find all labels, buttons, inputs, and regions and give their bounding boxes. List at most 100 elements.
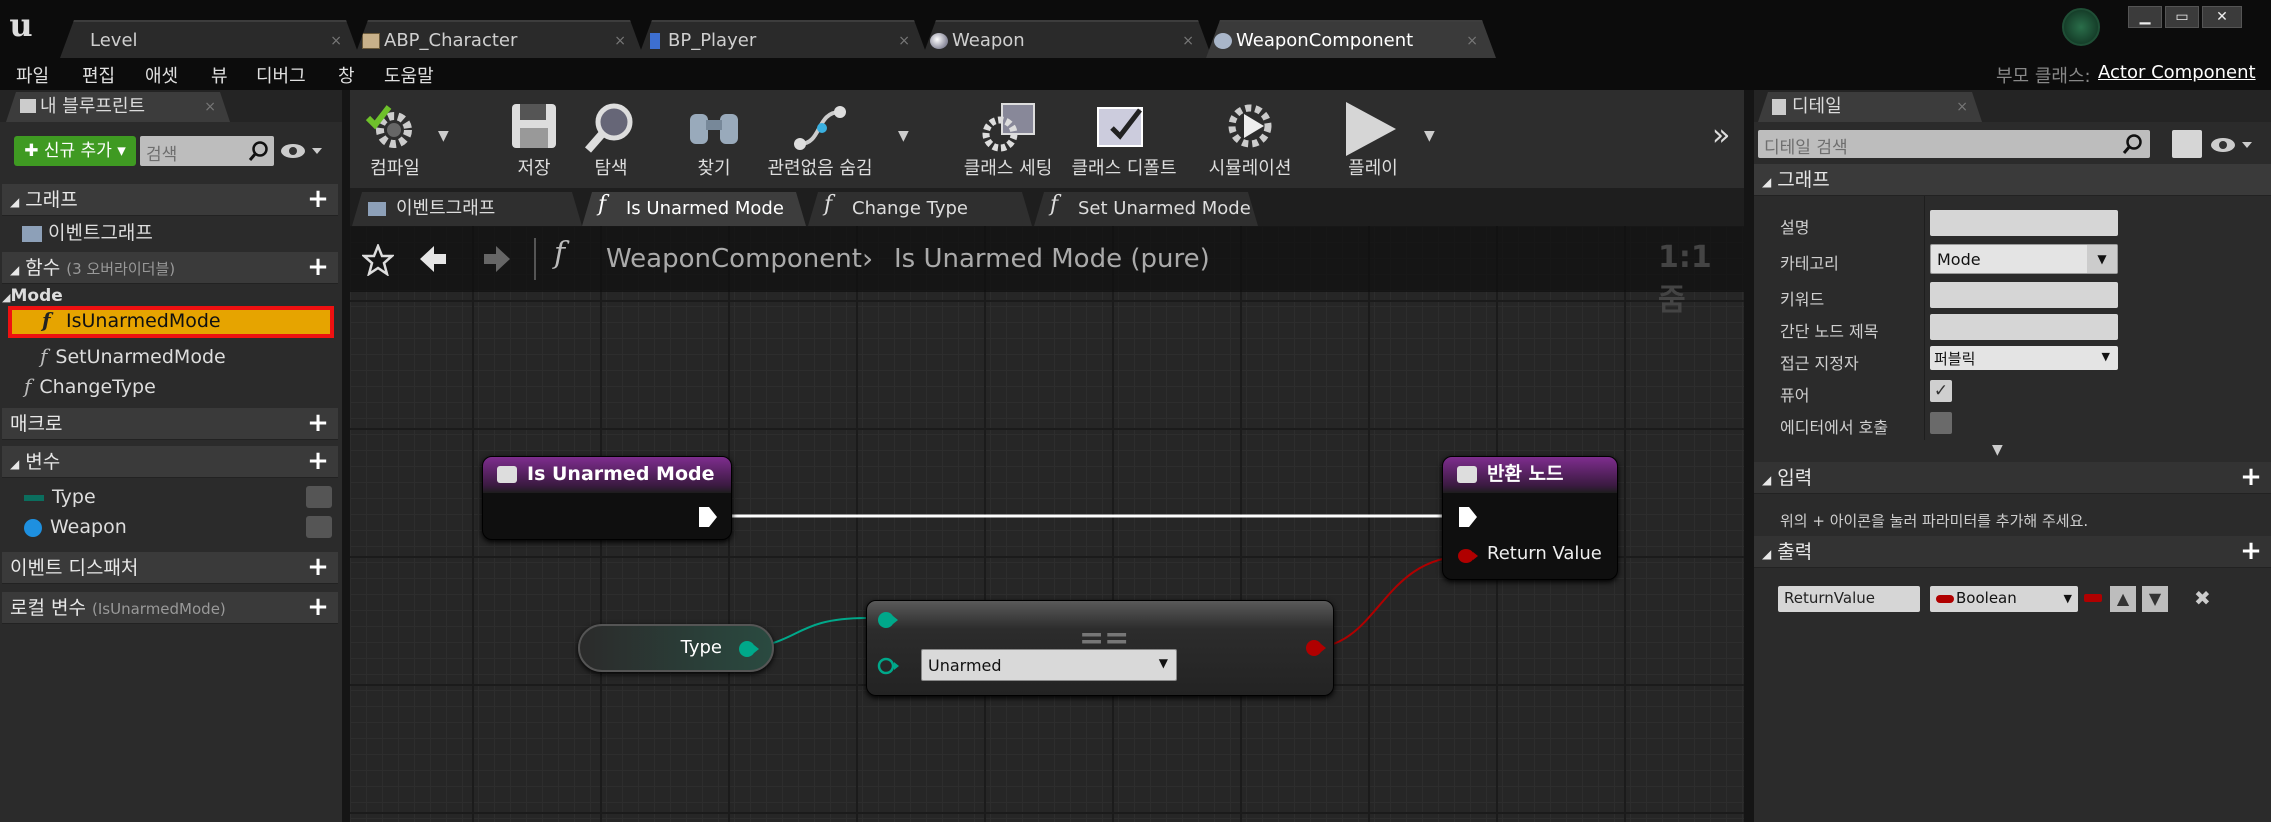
add-output-button[interactable]: + [2239,538,2263,564]
add-new-button[interactable]: ✚ 신규 추가 ▾ [14,136,136,166]
menu-edit[interactable]: 편집 [82,62,115,88]
graphs-section-header[interactable]: ◢ 그래프 + [2,184,338,216]
graph-tab-event-graph[interactable]: 이벤트그래프 [352,192,582,226]
inputs-section-header[interactable]: ◢ 입력 + [1754,462,2271,494]
panel-splitter[interactable] [1744,90,1754,822]
close-icon[interactable]: × [1182,22,1194,60]
add-macro-button[interactable]: + [306,410,330,436]
add-graph-button[interactable]: + [306,186,330,212]
menu-help[interactable]: 도움말 [384,62,434,88]
menu-window[interactable]: 창 [338,62,355,88]
enum-value-dropdown[interactable]: Unarmed ▼ [921,649,1177,681]
equal-enum-node[interactable]: == Unarmed ▼ [866,600,1334,696]
hide-unrelated-dropdown[interactable]: ▼ [898,128,909,144]
add-function-button[interactable]: + [306,254,330,280]
expand-advanced-chevron-icon[interactable]: ▼ [1992,442,2003,458]
event-graph-item[interactable]: 이벤트그래프 [22,218,153,248]
compile-button[interactable]: 컴파일 [354,94,436,184]
class-defaults-button[interactable]: 클래스 디폴트 [1068,94,1180,184]
access-specifier-dropdown[interactable]: 퍼블릭 ▼ [1930,346,2118,370]
exec-input-pin[interactable] [1457,505,1479,529]
chevron-down-icon[interactable]: ▼ [2087,245,2117,273]
keywords-input[interactable] [1930,282,2118,308]
add-local-variable-button[interactable]: + [306,594,330,620]
close-icon[interactable]: × [898,22,910,60]
enum-input-pin-a[interactable] [877,611,899,629]
category-mode-header[interactable]: ◢Mode [2,286,63,306]
tab-weapon[interactable]: Weapon × [922,20,1212,58]
close-icon[interactable]: × [330,22,342,60]
tab-level[interactable]: Level × [60,20,360,58]
move-up-button[interactable]: ▲ [2110,586,2136,612]
event-dispatchers-section-header[interactable]: 이벤트 디스패처 + [2,552,338,584]
toolbar-overflow-chevron-icon[interactable]: » [1712,118,1730,153]
bool-output-pin[interactable] [1305,639,1327,657]
function-item-isunarmedmode[interactable]: f IsUnarmedMode [8,306,334,338]
outputs-section-header[interactable]: ◢ 출력 + [1754,536,2271,568]
function-item-changetype[interactable]: f ChangeType [24,372,156,402]
my-blueprint-tab[interactable]: 내 블루프린트 × [6,92,230,122]
save-button[interactable]: 저장 [498,94,570,184]
menu-debug[interactable]: 디버그 [256,62,306,88]
return-value-pin[interactable] [1457,547,1479,565]
graph-tab-change-type[interactable]: f Change Type [808,192,1032,226]
tab-abp-character[interactable]: ABP_Character × [354,20,644,58]
entry-node-is-unarmed-mode[interactable]: Is Unarmed Mode [482,456,732,540]
play-options-dropdown[interactable]: ▼ [1424,128,1435,144]
macros-section-header[interactable]: 매크로 + [2,408,338,440]
close-icon[interactable]: × [614,22,626,60]
details-graph-section-header[interactable]: ◢ 그래프 [1754,164,2271,196]
parent-class-link[interactable]: Actor Component [2098,62,2256,83]
variable-item-type[interactable]: Type [24,482,96,512]
details-search-input[interactable]: 디테일 검색 [1758,130,2150,158]
exec-output-pin[interactable] [697,505,719,529]
add-variable-button[interactable]: + [306,448,330,474]
menu-view[interactable]: 뷰 [211,62,228,88]
output-type-dropdown[interactable]: Boolean ▼ [1930,586,2078,612]
visibility-toggle-icon[interactable] [306,486,332,508]
remove-output-button[interactable]: ✖ [2194,586,2211,610]
close-window-button[interactable]: ✕ [2202,6,2242,28]
close-icon[interactable]: × [204,92,216,122]
close-icon[interactable]: × [1956,92,1968,122]
minimize-button[interactable]: ▁ [2128,6,2162,28]
enum-output-pin[interactable] [738,640,760,658]
unreal-logo-icon[interactable]: u [2,6,40,44]
graph-tab-is-unarmed-mode[interactable]: f Is Unarmed Mode [582,192,806,226]
browse-button[interactable]: 탐색 [574,94,648,184]
graph-tab-set-unarmed-mode[interactable]: f Set Unarmed Mode [1034,192,1258,226]
add-dispatcher-button[interactable]: + [306,554,330,580]
graph-canvas[interactable]: f WeaponComponent › Is Unarmed Mode (pur… [350,226,1744,822]
category-combo[interactable]: Mode ▼ [1930,244,2118,274]
menu-asset[interactable]: 애셋 [145,62,178,88]
class-settings-button[interactable]: 클래스 세팅 [958,94,1058,184]
enum-input-pin-b[interactable] [877,657,899,675]
tab-weaponcomponent[interactable]: WeaponComponent × [1206,20,1496,58]
local-variables-section-header[interactable]: 로컬 변수 (IsUnarmedMode) + [2,592,338,624]
tab-bp-player[interactable]: BP_Player × [638,20,928,58]
call-in-editor-checkbox[interactable] [1930,412,1952,434]
property-matrix-grid-icon[interactable] [2172,130,2202,158]
pure-checkbox[interactable]: ✓ [1930,380,1952,402]
compact-node-title-input[interactable] [1930,314,2118,340]
details-tab[interactable]: 디테일 × [1758,92,1982,122]
play-button[interactable]: 플레이 [1318,94,1428,184]
function-item-setunarmedmode[interactable]: f SetUnarmedMode [40,342,226,372]
view-options-eye-icon[interactable] [280,140,324,162]
close-icon[interactable]: × [1466,22,1478,60]
search-input[interactable]: 검색 [140,136,274,166]
variables-section-header[interactable]: ◢ 변수 + [2,446,338,478]
add-input-button[interactable]: + [2239,464,2263,490]
menu-file[interactable]: 파일 [16,62,49,88]
visibility-toggle-icon[interactable] [306,516,332,538]
container-type-icon[interactable] [2084,594,2102,602]
variable-item-weapon[interactable]: Weapon [24,512,127,542]
hide-unrelated-button[interactable]: 관련없음 숨김 [764,94,876,184]
return-node[interactable]: 반환 노드 Return Value [1442,456,1618,580]
view-options-eye-icon[interactable] [2210,134,2256,156]
functions-section-header[interactable]: ◢ 함수 (3 오버라이더블) + [2,252,338,284]
find-button[interactable]: 찾기 [676,94,752,184]
description-input[interactable] [1930,210,2118,236]
maximize-button[interactable]: ▭ [2165,6,2199,28]
get-type-node[interactable]: Type [578,624,774,672]
